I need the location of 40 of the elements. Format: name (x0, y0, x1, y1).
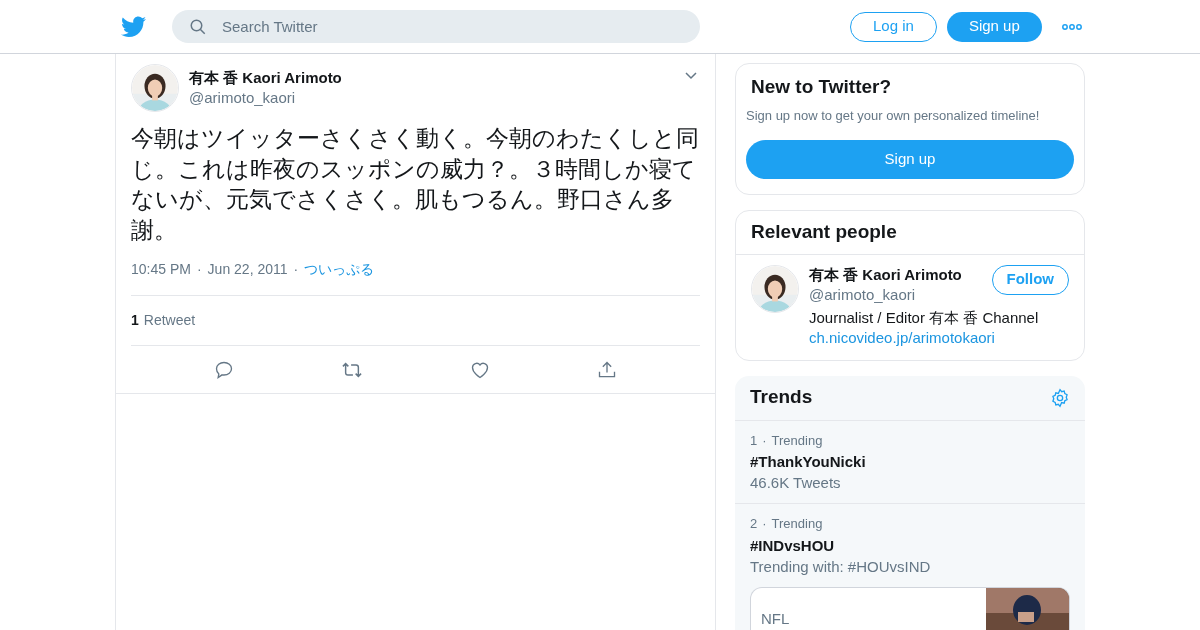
card-title: Relevant people (736, 210, 1084, 255)
trend-rank: 2 (750, 515, 758, 533)
separator-dot: · (293, 260, 299, 279)
trend-news-card[interactable]: NFL (750, 586, 1070, 630)
separator-dot: · (762, 431, 767, 450)
trend-label: Trending (771, 515, 823, 533)
profile-link[interactable]: ch.nicovideo.jp/arimotokaori (809, 327, 995, 348)
signup-button[interactable]: Sign up (946, 11, 1042, 42)
separator-dot: · (762, 515, 767, 533)
trend-meta: Trending with: #HOUvsIND (750, 556, 932, 577)
settings-icon[interactable] (1050, 387, 1070, 408)
more-icon[interactable] (1061, 23, 1082, 30)
separator-dot: · (196, 260, 202, 279)
trend-meta: 46.6K Tweets (750, 473, 842, 493)
bird-logo-icon[interactable] (121, 15, 146, 38)
author-name[interactable]: 有本 香 Kaori Arimoto (189, 68, 342, 88)
trend-label: Trending (771, 431, 823, 450)
author-handle[interactable]: @arimoto_kaori (189, 88, 342, 108)
card-title: Trends (750, 385, 813, 410)
share-icon[interactable] (596, 359, 617, 380)
trend-name[interactable]: #INDvsHOU (750, 535, 1070, 556)
person-bio: Journalist / Editor 有本 香 Channel (809, 307, 1039, 328)
retweet-count: 1 (131, 311, 139, 330)
signup-button[interactable]: Sign up (746, 139, 1074, 179)
tweet-date[interactable]: Jun 22, 2011 (207, 259, 288, 280)
reply-icon[interactable] (214, 359, 235, 380)
news-source: NFL (761, 608, 790, 629)
chevron-down-icon[interactable] (684, 70, 698, 80)
person-name[interactable]: 有本 香 Kaori Arimoto (809, 264, 962, 285)
tweet-time[interactable]: 10:45 PM (131, 259, 191, 280)
card-title: New to Twitter? (750, 75, 893, 99)
search-icon (189, 18, 207, 36)
signup-text: Sign up now to get your own personalized timeline! (746, 107, 1041, 125)
trend-rank: 1 (750, 431, 758, 450)
person-handle[interactable]: @arimoto_kaori (809, 284, 916, 305)
tweet-text: 今朝はツイッターさくさく動く。今朝のわたくしと同じ。これは昨夜のスッポンの威力？。３時間しか寝てないが、元気でさくさく。肌もつるん。野口さん多謝。 (131, 125, 700, 245)
search-field[interactable]: Search Twitter (172, 10, 700, 43)
source-link[interactable]: ついっぷる (304, 259, 375, 280)
retweet-label[interactable]: Retweet (143, 310, 196, 331)
trend-name[interactable]: #ThankYouNicki (750, 452, 1070, 472)
